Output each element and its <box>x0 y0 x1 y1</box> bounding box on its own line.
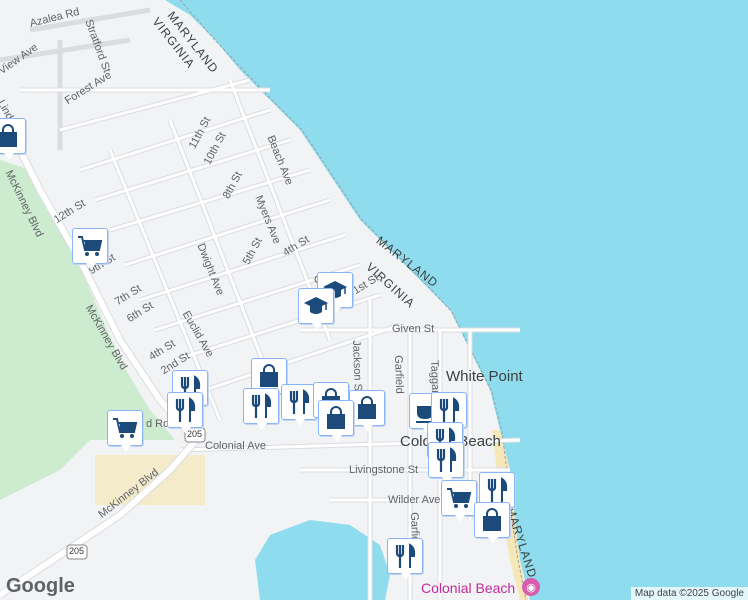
restaurant-icon <box>435 396 463 424</box>
pin-restaurant-3[interactable] <box>243 388 279 430</box>
pin-restaurant-4[interactable] <box>281 384 317 426</box>
shopping-bag-icon <box>322 404 350 432</box>
town-white-point: White Point <box>446 368 523 385</box>
street-livingstone-st: Livingstone St <box>349 464 419 476</box>
google-logo: Google <box>6 575 75 597</box>
shopping-cart-icon <box>445 484 473 512</box>
shopping-bag-icon <box>0 122 22 150</box>
pin-school-2[interactable] <box>298 288 334 330</box>
school-icon <box>302 292 330 320</box>
street-given-st: Given St <box>392 323 435 335</box>
pin-shopping-cart-1[interactable] <box>72 228 108 270</box>
camera-icon: ◉ <box>522 578 540 596</box>
route-205-label-1: 205 <box>69 546 85 556</box>
pin-shopping-cart-3[interactable] <box>441 480 477 522</box>
pin-restaurant-7[interactable] <box>428 442 464 484</box>
restaurant-icon <box>432 446 460 474</box>
pin-shopping-bag-5[interactable] <box>318 400 354 442</box>
restaurant-icon <box>483 476 511 504</box>
restaurant-icon <box>391 542 419 570</box>
restaurant-icon <box>285 388 313 416</box>
shopping-bag-icon <box>353 394 381 422</box>
shopping-cart-icon <box>111 414 139 442</box>
street-wilder-ave: Wilder Ave <box>388 494 441 506</box>
shopping-cart-icon <box>76 232 104 260</box>
street-colonial-ave: Colonial Ave <box>205 440 266 452</box>
shopping-bag-icon <box>478 506 506 534</box>
restaurant-icon <box>247 392 275 420</box>
shopping-bag-icon <box>255 362 283 390</box>
pin-shopping-bag-1[interactable] <box>0 118 26 160</box>
street-jackson-st: Jackson St <box>350 340 364 395</box>
pin-shopping-bag-6[interactable] <box>474 502 510 544</box>
pin-restaurant-9[interactable] <box>387 538 423 580</box>
pin-shopping-cart-2[interactable] <box>107 410 143 452</box>
pin-restaurant-2[interactable] <box>167 392 203 434</box>
street-d-rd: d Rd <box>146 418 170 430</box>
map-attribution[interactable]: Map data ©2025 Google <box>630 587 748 600</box>
pin-shopping-bag-4[interactable] <box>349 390 385 432</box>
street-garfield-north: Garfield <box>392 355 406 394</box>
restaurant-icon <box>171 396 199 424</box>
poi-colonial-beach[interactable]: Colonial Beach <box>421 580 515 596</box>
